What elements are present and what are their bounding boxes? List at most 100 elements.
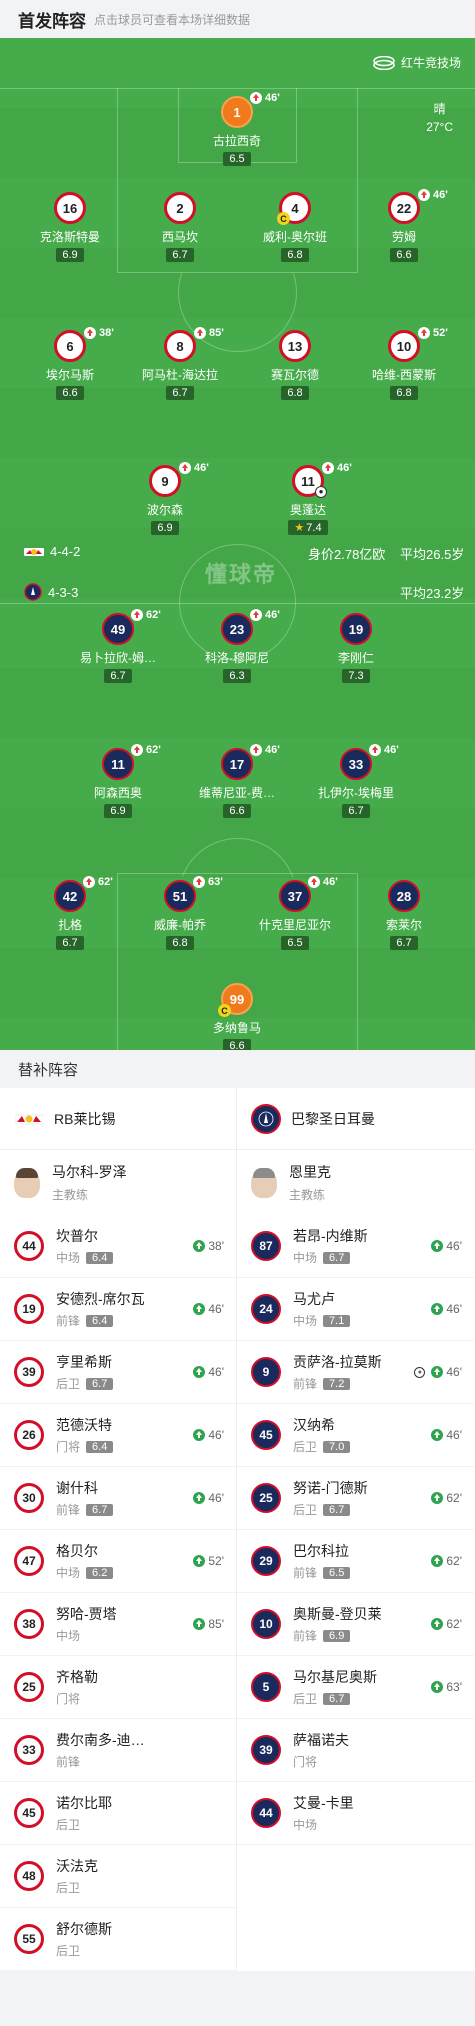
substitution-marker: 46' <box>250 744 280 756</box>
pitch-player[interactable]: 19 李刚仁 7.3 <box>296 613 416 684</box>
jersey-number: 1 46' <box>221 92 280 128</box>
jersey-number: 38 <box>14 1609 44 1639</box>
pitch-player[interactable]: 23 46' 科洛-穆阿尼 6.3 <box>177 609 297 684</box>
sub-off-icon <box>250 92 262 104</box>
pitch: 红牛竞技场 晴 27°C 懂球帝 4-4-2 身价2.78亿欧 平均26.5岁 … <box>0 38 475 1050</box>
jersey-number: 48 <box>14 1861 44 1891</box>
bench-player-row[interactable]: 19 安德烈-席尔瓦 前锋 6.4 46' <box>0 1278 236 1341</box>
pitch-player[interactable]: 37 46' 什克里尼亚尔 6.5 <box>235 876 355 951</box>
bench-player-row[interactable]: 39 萨福诺夫 门将 <box>237 1719 474 1782</box>
substitution-marker: 85' <box>194 327 224 339</box>
sub-off-icon <box>84 327 96 339</box>
pitch-player[interactable]: 4 C 威利-奥尔班 6.8 <box>235 192 355 263</box>
player-rating: 6.7 <box>342 804 370 818</box>
bench-player-row[interactable]: 29 巴尔科拉 前锋 6.5 62' <box>237 1530 474 1593</box>
captain-badge: C <box>277 212 290 225</box>
watermark: 懂球帝 <box>205 562 278 587</box>
sub-on-marker: 52' <box>193 1554 224 1568</box>
home-coach[interactable]: 马尔科-罗泽 主教练 <box>0 1150 236 1215</box>
pitch-player[interactable]: 2 西马坎 6.7 <box>120 192 240 263</box>
bench-player-row[interactable]: 5 马尔基尼奥斯 后卫 6.7 63' <box>237 1656 474 1719</box>
away-coach[interactable]: 恩里克 主教练 <box>237 1150 474 1215</box>
jersey-number: 55 <box>14 1924 44 1954</box>
psg-crest-icon <box>24 583 42 601</box>
pitch-player[interactable]: 1 46' 古拉西奇 6.5 <box>177 92 297 167</box>
bench-player-row[interactable]: 44 坎普尔 中场 6.4 38' <box>0 1215 236 1278</box>
bench-player-row[interactable]: 45 汉纳希 后卫 7.0 46' <box>237 1404 474 1467</box>
player-position: 后卫 <box>56 1818 81 1832</box>
sub-on-icon <box>431 1618 444 1630</box>
bench-player-row[interactable]: 9 贡萨洛-拉莫斯 前锋 7.2 ● 46' <box>237 1341 474 1404</box>
pitch-player[interactable]: 6 38' 埃尔马斯 6.6 <box>10 327 130 401</box>
away-team-row[interactable]: 巴黎圣日耳曼 <box>237 1088 474 1150</box>
player-position: 前锋 <box>293 1629 318 1643</box>
bench-player-row[interactable]: 45 诺尔比耶 后卫 <box>0 1782 236 1845</box>
player-position: 后卫 <box>56 1377 81 1391</box>
sub-on-icon <box>193 1366 206 1378</box>
player-rating: 6.7 <box>323 1503 351 1516</box>
pitch-player[interactable]: 11 62' 阿森西奥 6.9 <box>58 744 178 819</box>
pitch-player[interactable]: 49 62' 易卜拉欣-姆… 6.7 <box>58 609 178 684</box>
pitch-player[interactable]: 42 62' 扎格 6.7 <box>10 876 130 951</box>
bench-player-row[interactable]: 25 努诺-门德斯 后卫 6.7 62' <box>237 1467 474 1530</box>
sub-on-icon <box>431 1240 444 1252</box>
player-position: 前锋 <box>293 1566 318 1580</box>
bench-player-row[interactable]: 47 格贝尔 中场 6.2 52' <box>0 1530 236 1593</box>
coach-role: 主教练 <box>289 1188 326 1202</box>
player-name: 维蒂尼亚-费… <box>199 786 275 800</box>
player-rating: 6.9 <box>104 804 132 818</box>
sub-on-marker: 46' <box>193 1428 224 1442</box>
player-name: 努诺-门德斯 <box>293 1480 368 1496</box>
pitch-player[interactable]: 17 46' 维蒂尼亚-费… 6.6 <box>177 744 297 819</box>
bench-player-row[interactable]: 24 马尤卢 中场 7.1 46' <box>237 1278 474 1341</box>
pitch-player[interactable]: 28 索莱尔 6.7 <box>344 880 464 951</box>
rb-leipzig-crest-icon <box>14 1103 44 1134</box>
pitch-player[interactable]: 22 46' 劳姆 6.6 <box>344 189 464 263</box>
pitch-player[interactable]: 8 85' 阿马杜-海达拉 6.7 <box>120 327 240 401</box>
sub-on-marker: 85' <box>193 1617 224 1631</box>
player-position: 门将 <box>56 1440 81 1454</box>
player-rating: 7.1 <box>323 1314 351 1327</box>
jersey-number: 4C <box>277 192 311 225</box>
jersey-number: 19 <box>340 613 372 645</box>
bench-player-row[interactable]: 48 沃法克 后卫 <box>0 1845 236 1908</box>
pitch-player[interactable]: 9 46' 波尔森 6.9 <box>105 462 225 536</box>
coach-name: 恩里克 <box>289 1164 331 1180</box>
sub-on-marker: 62' <box>431 1491 462 1505</box>
player-name: 波尔森 <box>146 503 183 517</box>
bench-player-row[interactable]: 38 努哈-贾塔 中场 85' <box>0 1593 236 1656</box>
pitch-player[interactable]: 16 克洛斯特曼 6.9 <box>10 192 130 263</box>
substitution-marker: 63' <box>193 876 223 888</box>
bench-player-row[interactable]: 44 艾曼-卡里 中场 <box>237 1782 474 1845</box>
bench-player-row[interactable]: 25 齐格勒 门将 <box>0 1656 236 1719</box>
pitch-player[interactable]: 10 52' 哈维-西蒙斯 6.8 <box>344 327 464 401</box>
pitch-player[interactable]: 33 46' 扎伊尔-埃梅里 6.7 <box>296 744 416 819</box>
bench-player-row[interactable]: 33 费尔南多-迪… 前锋 <box>0 1719 236 1782</box>
pitch-player[interactable]: 13 赛瓦尔德 6.8 <box>235 330 355 401</box>
pitch-player[interactable]: 99 C 多纳鲁马 6.6 <box>177 983 297 1050</box>
bench-player-row[interactable]: 39 亨里希斯 后卫 6.7 46' <box>0 1341 236 1404</box>
jersey-number: 28 <box>388 880 420 912</box>
player-name: 什克里尼亚尔 <box>258 918 331 932</box>
bench-player-row[interactable]: 30 谢什科 前锋 6.7 46' <box>0 1467 236 1530</box>
player-position: 中场 <box>293 1251 318 1265</box>
bench: RB莱比锡 马尔科-罗泽 主教练 44 坎普尔 中场 6.4 38' 19 安德烈-席尔瓦 前锋… <box>0 1088 475 1971</box>
bench-player-row[interactable]: 55 舒尔德斯 后卫 <box>0 1908 236 1971</box>
home-team-name: RB莱比锡 <box>54 1110 116 1127</box>
pitch-player[interactable]: 11 46' ● 奥蓬达 ★ 7.4 <box>248 462 368 536</box>
substitution-marker: 46' <box>418 189 448 201</box>
player-rating: 6.6 <box>390 248 418 262</box>
bench-player-row[interactable]: 10 奥斯曼-登贝莱 前锋 6.9 62' <box>237 1593 474 1656</box>
pitch-player[interactable]: 51 63' 威廉-帕乔 6.8 <box>120 876 240 951</box>
bench-player-row[interactable]: 87 若昂-内维斯 中场 6.7 46' <box>237 1215 474 1278</box>
jersey-number: 45 <box>14 1798 44 1828</box>
substitution-marker: 46' <box>250 609 280 621</box>
player-rating: 6.8 <box>390 386 418 400</box>
player-rating: 6.7 <box>86 1503 114 1516</box>
player-name: 西马坎 <box>161 230 198 244</box>
player-name: 李刚仁 <box>337 651 374 665</box>
home-team-row[interactable]: RB莱比锡 <box>0 1088 236 1150</box>
player-rating: 6.7 <box>166 248 194 262</box>
bench-player-row[interactable]: 26 范德沃特 门将 6.4 46' <box>0 1404 236 1467</box>
substitution-marker: 46' <box>179 462 209 474</box>
